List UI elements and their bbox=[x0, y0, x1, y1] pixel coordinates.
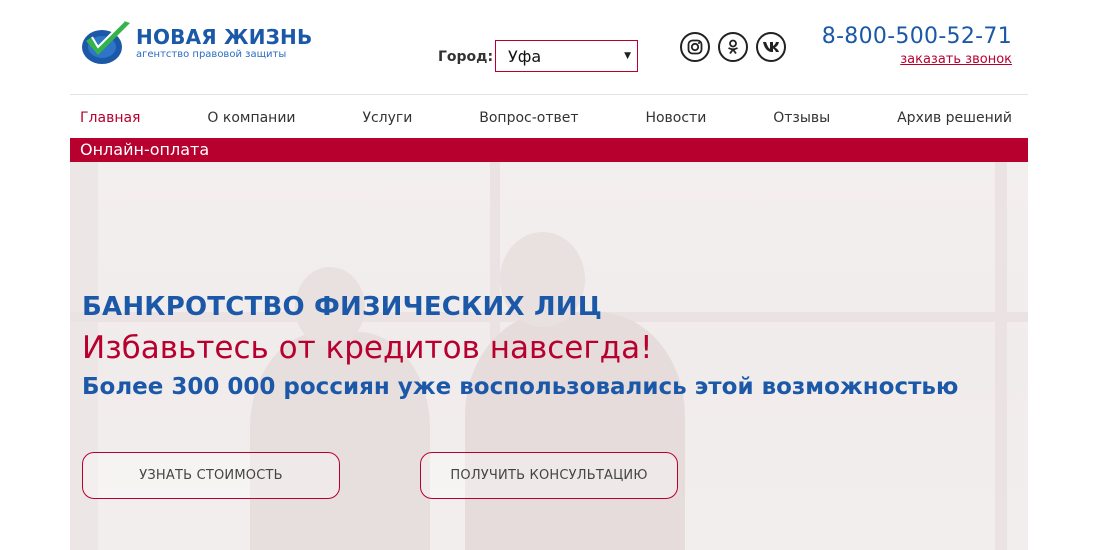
phone-number[interactable]: 8-800-500-52-71 bbox=[822, 24, 1012, 49]
hero-title: БАНКРОТСТВО ФИЗИЧЕСКИХ ЛИЦ bbox=[82, 292, 603, 322]
city-select-value: Уфа bbox=[508, 46, 542, 66]
nav-item-home[interactable]: Главная bbox=[77, 106, 143, 142]
vk-icon[interactable] bbox=[756, 32, 786, 62]
header-divider bbox=[70, 94, 1028, 95]
get-consultation-button[interactable]: ПОЛУЧИТЬ КОНСУЛЬТАЦИЮ bbox=[420, 452, 678, 499]
nav-item-archive[interactable]: Архив решений bbox=[897, 106, 1012, 136]
get-price-button[interactable]: УЗНАТЬ СТОИМОСТЬ bbox=[82, 452, 340, 499]
odnoklassniki-icon[interactable] bbox=[718, 32, 748, 62]
page: НОВАЯ ЖИЗНЬ агентство правовой защиты Го… bbox=[0, 0, 1100, 550]
callback-link[interactable]: заказать звонок bbox=[900, 52, 1012, 67]
online-payment-link[interactable]: Онлайн-оплата bbox=[70, 138, 1028, 162]
hero-tagline: Более 300 000 россиян уже воспользовалис… bbox=[82, 374, 959, 400]
nav-item-about[interactable]: О компании bbox=[207, 106, 295, 136]
logo-title: НОВАЯ ЖИЗНЬ bbox=[136, 24, 313, 49]
nav-item-reviews[interactable]: Отзывы bbox=[773, 106, 830, 136]
instagram-icon[interactable] bbox=[680, 32, 710, 62]
checkmark-logo-icon bbox=[80, 19, 132, 67]
city-select[interactable]: Уфа ▼ bbox=[495, 40, 638, 72]
nav-item-services[interactable]: Услуги bbox=[362, 106, 412, 136]
nav-item-faq[interactable]: Вопрос-ответ bbox=[479, 106, 578, 136]
hero-subtitle: Избавьтесь от кредитов навсегда! bbox=[82, 330, 653, 366]
city-label: Город: bbox=[438, 49, 494, 65]
social-links bbox=[680, 32, 786, 62]
main-nav: Главная О компании Услуги Вопрос-ответ Н… bbox=[70, 106, 1028, 142]
nav-item-news[interactable]: Новости bbox=[645, 106, 706, 136]
hero-bg-window bbox=[995, 162, 1007, 550]
logo-subtitle: агентство правовой защиты bbox=[136, 48, 287, 60]
caret-down-icon: ▼ bbox=[624, 51, 631, 61]
logo[interactable]: НОВАЯ ЖИЗНЬ агентство правовой защиты bbox=[80, 18, 320, 68]
